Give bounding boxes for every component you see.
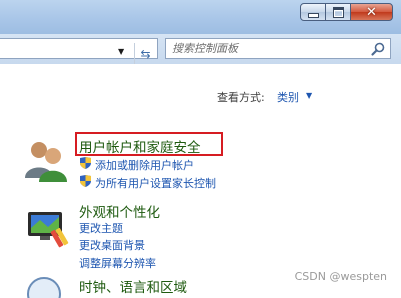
close-icon: ✕	[366, 4, 377, 20]
chevron-down-icon[interactable]: ▼	[118, 47, 124, 56]
search-input[interactable]	[172, 41, 362, 56]
caption-buttons: ✕	[300, 3, 393, 22]
link-change-background[interactable]: 更改桌面背景	[79, 237, 145, 253]
shield-icon	[80, 157, 91, 169]
link-change-theme[interactable]: 更改主题	[79, 220, 123, 236]
search-icon[interactable]	[370, 41, 386, 57]
minimize-icon	[307, 12, 319, 18]
title-bar: ✕	[0, 0, 401, 34]
navigation-bar: ▼ ⇆	[0, 34, 401, 64]
clock-icon[interactable]	[24, 274, 64, 298]
watermark: CSDN @wespten	[294, 270, 387, 283]
category-clock-language[interactable]: 时钟、语言和区域	[79, 276, 187, 296]
address-bar[interactable]: ▼ ⇆	[0, 38, 158, 64]
link-screen-resolution[interactable]: 调整屏幕分辨率	[79, 255, 156, 271]
maximize-button[interactable]	[325, 3, 351, 21]
highlight-box	[75, 132, 223, 156]
shield-icon	[80, 175, 91, 187]
link-add-remove-accounts[interactable]: 添加或删除用户帐户	[95, 157, 194, 173]
category-appearance[interactable]: 外观和个性化	[79, 201, 160, 221]
view-by-dropdown[interactable]: 类别	[277, 89, 299, 105]
close-button[interactable]: ✕	[350, 3, 393, 21]
refresh-button[interactable]: ⇆	[134, 43, 156, 64]
chevron-down-icon[interactable]: ▼	[306, 91, 312, 100]
maximize-icon	[332, 6, 344, 18]
link-parental-controls[interactable]: 为所有用户设置家长控制	[95, 175, 216, 191]
users-icon[interactable]	[22, 138, 70, 182]
appearance-icon[interactable]	[24, 208, 70, 248]
refresh-icon: ⇆	[140, 46, 151, 61]
minimize-button[interactable]	[300, 3, 326, 21]
view-by-label: 查看方式:	[217, 91, 265, 104]
search-box[interactable]	[165, 38, 391, 59]
